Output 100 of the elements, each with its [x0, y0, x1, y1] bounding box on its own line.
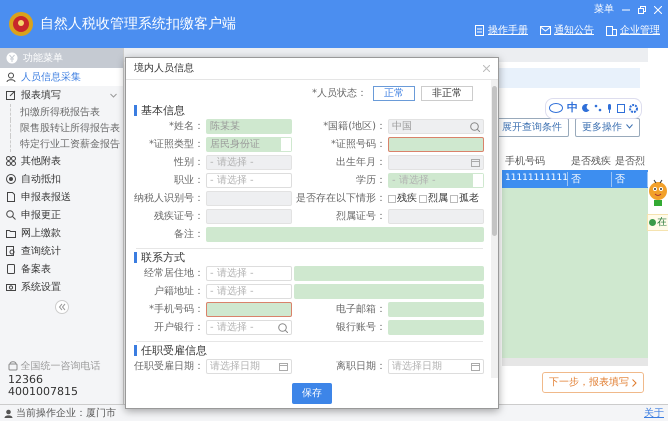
hotline-label: 全国统一咨询电话 — [20, 360, 100, 374]
chevron-icon — [632, 378, 637, 386]
field-label: 经常居住地： — [143, 266, 204, 281]
field-label: *人员状态： — [312, 86, 367, 100]
user-icon — [4, 408, 13, 418]
document-icon — [474, 25, 485, 36]
table-cell: 11111111111 — [502, 172, 568, 186]
column-header: 手机号码 — [504, 154, 546, 168]
input-field[interactable] — [388, 137, 484, 152]
field-label: 银行账号： — [335, 320, 386, 335]
caret-icon — [626, 124, 633, 130]
emblem-icon — [8, 11, 34, 37]
sidebar-item[interactable]: 申报表报送 — [0, 188, 123, 206]
sidebar-item[interactable]: 报表填写 — [0, 86, 123, 104]
header-link[interactable]: 通知公告 — [540, 23, 594, 38]
keyboard-icon[interactable] — [617, 104, 625, 113]
field-label: *国籍(地区)： — [322, 120, 386, 134]
field-label: *证照类型： — [148, 138, 204, 152]
chat-button[interactable]: 在 — [647, 214, 668, 231]
field-label: 出生年月： — [335, 156, 386, 170]
sidebar-subitem[interactable]: 特定行业工资薪金报告 — [10, 136, 123, 152]
select-field[interactable]: - 请选择 - — [206, 173, 292, 188]
grid-icon — [6, 156, 16, 166]
sidebar-item[interactable]: 网上缴款 — [0, 224, 123, 242]
status-option[interactable]: 非正常 — [421, 86, 473, 100]
calendar-icon — [279, 362, 288, 371]
edit-icon — [6, 90, 16, 100]
field-label: 残疾证号： — [153, 210, 204, 224]
field-label: 是否存在以下情形： — [295, 192, 386, 206]
table-row[interactable]: 11111111111 否 否 — [502, 170, 648, 188]
field-label: 职业： — [173, 174, 204, 188]
document-icon — [6, 192, 16, 202]
app-title: 自然人税收管理系统扣缴客户端 — [40, 14, 236, 34]
search-icon — [6, 210, 16, 220]
sidebar-subitem[interactable]: 扣缴所得税报告表 — [10, 104, 123, 120]
checkbox[interactable]: 残疾 — [388, 191, 417, 206]
search-icon — [278, 322, 288, 332]
column-header: 是否烈 — [614, 154, 646, 168]
target-icon — [6, 174, 16, 184]
input-field[interactable]: 陈某某 — [206, 119, 292, 134]
field-label: 学历： — [355, 174, 386, 188]
sidebar-item[interactable]: 查询统计 — [0, 242, 123, 260]
select-field[interactable]: 居民身份证 — [206, 137, 292, 152]
sidebar-item[interactable]: 其他附表 — [0, 152, 123, 170]
about-link[interactable]: 关于 — [644, 406, 664, 420]
chart-document-icon — [6, 246, 16, 256]
next-step-button[interactable]: 下一步，报表填写 — [542, 372, 644, 393]
header-link[interactable]: 操作手册 — [474, 23, 528, 38]
field-label: 开户银行： — [153, 320, 204, 335]
date-field[interactable]: 请选择日期 — [206, 359, 292, 374]
moon-icon[interactable] — [582, 104, 590, 112]
search-icon — [470, 122, 480, 132]
dialog-title: 境内人员信息 — [134, 62, 194, 76]
microphone-icon[interactable] — [606, 104, 613, 113]
camera-icon — [6, 282, 16, 292]
field-label: 电子邮箱： — [335, 302, 386, 317]
field-label: 烈属证号： — [335, 210, 386, 224]
restore-icon[interactable] — [638, 6, 646, 14]
folder-icon — [6, 228, 16, 238]
caret-icon — [110, 92, 117, 98]
select-field[interactable]: - 请选择 - — [206, 284, 292, 299]
company-label: 当前操作企业：厦门市 — [16, 406, 116, 420]
ime-mode[interactable]: 中 — [567, 100, 578, 116]
close-icon[interactable] — [483, 65, 490, 72]
checkbox[interactable]: 孤老 — [450, 191, 479, 206]
select-field[interactable]: - 请选择 - — [206, 266, 292, 281]
sidebar-item[interactable]: 自动抵扣 — [0, 170, 123, 188]
sidebar-subitem[interactable]: 限售股转让所得报告表 — [10, 120, 123, 136]
yen-icon — [6, 52, 18, 64]
date-field[interactable]: 请选择日期 — [388, 359, 484, 374]
settings-icon[interactable] — [629, 104, 638, 113]
user-icon — [6, 72, 16, 82]
field-label: *手机号码： — [148, 302, 204, 317]
field-label: 离职日期： — [335, 360, 386, 374]
vertical-scrollbar[interactable] — [491, 80, 498, 378]
status-option[interactable]: 正常 — [373, 86, 415, 100]
search-field[interactable]: - 请选择 - — [206, 320, 292, 335]
menu-link[interactable]: 菜单 — [594, 2, 614, 17]
sidebar-header: 功能菜单 — [0, 48, 123, 68]
column-header: 是否残疾 — [570, 154, 612, 168]
field-label: *姓名： — [168, 120, 204, 134]
hotline-number: 12366 — [8, 374, 44, 386]
save-button[interactable]: 保存 — [292, 382, 332, 404]
envelope-icon — [540, 25, 551, 36]
sidebar-item[interactable]: 人员信息采集 — [0, 68, 123, 86]
hotline-number: 4001007815 — [8, 386, 79, 398]
section-title: 基本信息 — [134, 105, 487, 116]
building-icon — [606, 25, 617, 36]
field-label: 任职受雇日期： — [133, 360, 204, 374]
header-link[interactable]: 企业管理 — [606, 23, 660, 38]
punctuation-icon[interactable] — [594, 104, 602, 112]
sidebar-item[interactable]: 申报更正 — [0, 206, 123, 224]
sidebar-item[interactable]: 备案表 — [0, 260, 123, 278]
calendar-icon — [471, 158, 480, 167]
checkbox[interactable]: 烈属 — [419, 191, 448, 206]
sidebar-item[interactable]: 系统设置 — [0, 278, 123, 296]
input-field[interactable] — [206, 302, 292, 317]
horizontal-scrollbar[interactable] — [502, 358, 648, 366]
toolbar-button[interactable]: 更多操作 — [575, 118, 640, 136]
collapse-icon[interactable] — [54, 300, 68, 314]
